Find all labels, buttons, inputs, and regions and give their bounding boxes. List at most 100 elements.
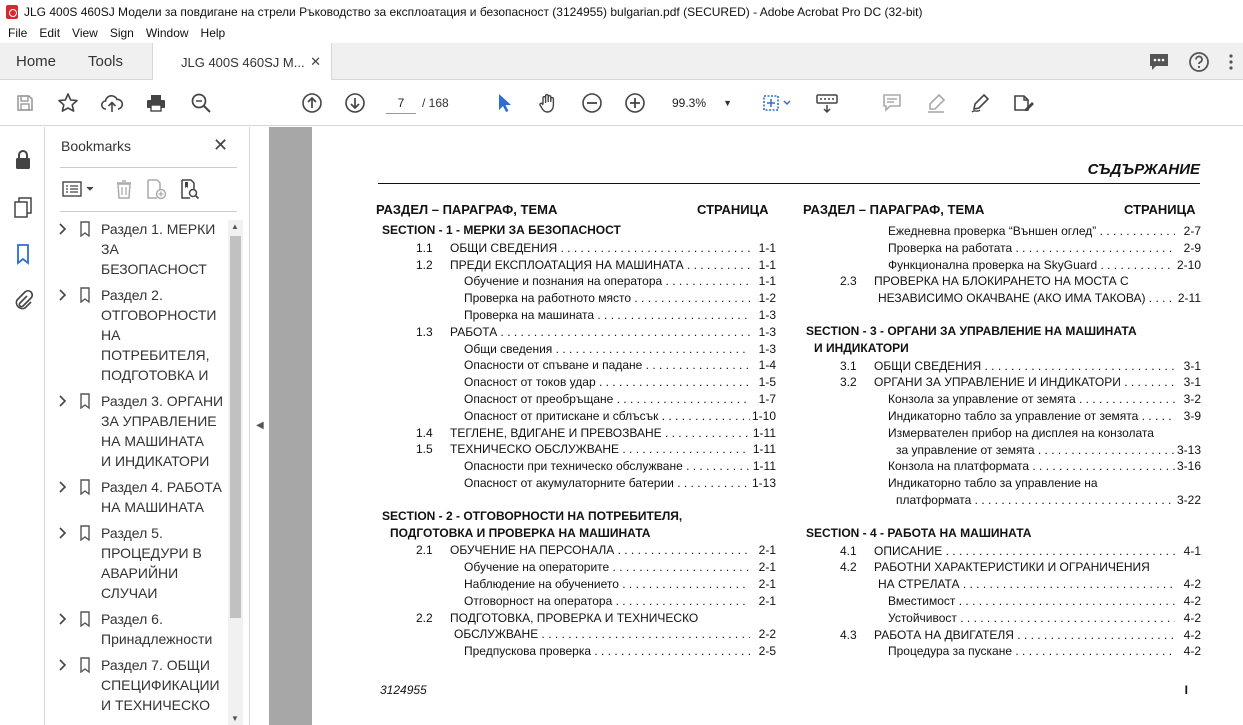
menu-window[interactable]: Window [140, 26, 195, 40]
menu-help[interactable]: Help [195, 26, 232, 40]
toc-entry[interactable]: 4.3 РАБОТА НА ДВИГАТЕЛЯ . . . . . . . . .… [802, 627, 1201, 643]
attachment-icon[interactable] [10, 287, 36, 313]
keyboard-scroll-icon[interactable] [814, 90, 840, 116]
chevron-right-icon[interactable] [57, 479, 69, 495]
toc-section-heading[interactable]: И ИНДИКАТОРИ [814, 341, 909, 355]
toc-entry[interactable]: Индикаторно табло за управление от земят… [802, 408, 1201, 424]
sticky-note-icon[interactable] [879, 90, 905, 116]
fit-page-icon[interactable] [758, 90, 796, 116]
toc-entry[interactable]: НА СТРЕЛАТА . . . . . . . . . . . . . . … [802, 576, 1201, 592]
toc-section-heading[interactable]: SECTION - 1 - МЕРКИ ЗА БЕЗОПАСНОСТ [382, 223, 621, 237]
toc-entry[interactable]: Опасност от токов удар . . . . . . . . .… [378, 374, 776, 390]
more-vertical-icon[interactable] [1219, 43, 1243, 80]
panel-splitter[interactable]: ◀ [249, 127, 269, 725]
tab-document[interactable]: JLG 400S 460SJ M... ✕ [152, 43, 332, 81]
bookmark-panel-icon[interactable] [10, 241, 36, 267]
toc-section-heading[interactable]: SECTION - 2 - ОТГОВОРНОСТИ НА ПОТРЕБИТЕЛ… [382, 509, 682, 523]
menu-view[interactable]: View [66, 26, 104, 40]
toc-entry[interactable]: 1.1 ОБЩИ СВЕДЕНИЯ . . . . . . . . . . . .… [378, 240, 776, 256]
bookmark-item[interactable]: Раздел 3. ОРГАНИ ЗА УПРАВЛЕНИЕ НА МАШИНАТА… [55, 391, 229, 471]
toc-entry[interactable]: 2.3 ПРОВЕРКА НА БЛОКИРАНЕТО НА МОСТА С [802, 273, 1201, 289]
toc-entry[interactable]: 2.2 ПОДГОТОВКА, ПРОВЕРКА И ТЕХНИЧЕСКО [378, 610, 776, 626]
chevron-right-icon[interactable] [57, 393, 69, 409]
previous-page-icon[interactable] [299, 90, 325, 116]
comment-icon[interactable] [1139, 43, 1179, 80]
toc-entry[interactable]: Проверка на работното място . . . . . . … [378, 290, 776, 306]
toc-entry[interactable]: 4.2 РАБОТНИ ХАРАКТЕРИСТИКИ И ОГРАНИЧЕНИЯ [802, 559, 1201, 575]
toc-section-heading[interactable]: SECTION - 3 - ОРГАНИ ЗА УПРАВЛЕНИЕ НА МА… [806, 324, 1137, 338]
toc-entry[interactable]: 1.5 ТЕХНИЧЕСКО ОБСЛУЖВАНЕ . . . . . . . .… [378, 441, 776, 457]
toc-entry[interactable]: Опасност от притискане и сблъсък . . . .… [378, 408, 776, 424]
toc-entry[interactable]: Опасност от акумулаторните батерии . . .… [378, 475, 776, 491]
chevron-right-icon[interactable] [57, 287, 69, 303]
help-icon[interactable] [1179, 43, 1219, 80]
toc-entry[interactable]: 1.4 ТЕГЛЕНЕ, ВДИГАНЕ И ПРЕВОЗВАНЕ . . . .… [378, 425, 776, 441]
toc-entry[interactable]: 3.2 ОРГАНИ ЗА УПРАВЛЕНИЕ И ИНДИКАТОРИ . .… [802, 374, 1201, 390]
toc-entry[interactable]: НЕЗАВИСИМО ОКАЧВАНЕ (АКО ИМА ТАКОВА) . .… [802, 290, 1201, 306]
search-zoom-icon[interactable] [188, 90, 214, 116]
bookmark-item[interactable]: Раздел 2. ОТГОВОРНОСТИ НА ПОТРЕБИТЕЛЯ, ПОДГО… [55, 285, 229, 385]
scroll-down-icon[interactable]: ▼ [231, 714, 239, 723]
menu-sign[interactable]: Sign [104, 26, 140, 40]
toc-entry[interactable]: платформата . . . . . . . . . . . . . . … [802, 492, 1201, 508]
toc-entry[interactable]: Отговорност на оператора . . . . . . . .… [378, 593, 776, 609]
chevron-right-icon[interactable] [57, 657, 69, 673]
zoom-out-icon[interactable] [579, 90, 605, 116]
chevron-right-icon[interactable] [57, 611, 69, 627]
toc-entry[interactable]: Вместимост . . . . . . . . . . . . . . .… [802, 593, 1201, 609]
print-icon[interactable] [143, 90, 169, 116]
toc-entry[interactable]: Проверка на работата . . . . . . . . . .… [802, 240, 1201, 256]
toc-entry[interactable]: Опасност от преобръщане . . . . . . . . … [378, 391, 776, 407]
toc-entry[interactable]: за управление от земята . . . . . . . . … [802, 442, 1201, 458]
close-icon[interactable]: ✕ [310, 54, 321, 70]
star-icon[interactable] [55, 90, 81, 116]
chevron-right-icon[interactable] [57, 221, 69, 237]
bookmark-item[interactable]: Раздел 7. ОБЩИ СПЕЦИФИКАЦИИ И ТЕХНИЧЕСКО [55, 655, 229, 715]
document-viewer[interactable]: СЪДЪРЖАНИЕ РАЗДЕЛ – ПАРАГРАФ, ТЕМА СТРАН… [269, 127, 1243, 725]
toc-section-heading[interactable]: SECTION - 4 - РАБОТА НА МАШИНАТА [806, 526, 1031, 540]
toc-entry[interactable]: Устойчивост . . . . . . . . . . . . . . … [802, 610, 1201, 626]
toc-entry[interactable]: Измервателен прибор на дисплея на конзол… [802, 425, 1201, 441]
toc-entry[interactable]: Обучение на операторите . . . . . . . . … [378, 559, 776, 575]
bookmark-options-icon[interactable] [60, 177, 98, 201]
toc-entry[interactable]: Функционална проверка на SkyGuard . . . … [802, 257, 1201, 273]
tab-tools[interactable]: Tools [88, 43, 123, 80]
toc-entry[interactable]: Ежедневна проверка “Външен оглед” . . . … [802, 223, 1201, 239]
bookmark-item[interactable]: Раздел 5. ПРОЦЕДУРИ В АВАРИЙНИ СЛУЧАИ [55, 523, 229, 603]
collapse-panel-icon[interactable]: ◀ [256, 420, 264, 431]
toc-entry[interactable]: 3.1 ОБЩИ СВЕДЕНИЯ . . . . . . . . . . . .… [802, 358, 1201, 374]
toc-entry[interactable]: Процедура за пускане . . . . . . . . . .… [802, 643, 1201, 659]
toc-entry[interactable]: Опасности от спъване и падане . . . . . … [378, 357, 776, 373]
bookmark-item[interactable]: Раздел 4. РАБОТА НА МАШИНАТА [55, 477, 229, 517]
toc-section-heading[interactable]: ПОДГОТОВКА И ПРОВЕРКА НА МАШИНАТА [390, 526, 650, 540]
zoom-in-icon[interactable] [622, 90, 648, 116]
zoom-level-select[interactable]: 99.3% ▼ [672, 92, 740, 114]
delete-bookmark-icon[interactable] [112, 177, 136, 201]
hand-tool-icon[interactable] [535, 90, 561, 116]
next-page-icon[interactable] [342, 90, 368, 116]
bookmarks-scrollbar[interactable]: ▲ ▼ [228, 220, 243, 725]
bookmark-item[interactable]: Раздел 1. МЕРКИ ЗА БЕЗОПАСНОСТ [55, 219, 229, 279]
toc-entry[interactable]: Проверка на машината . . . . . . . . . .… [378, 307, 776, 323]
menu-file[interactable]: File [2, 26, 33, 40]
toc-entry[interactable]: Конзола за управление от земята . . . . … [802, 391, 1201, 407]
chevron-right-icon[interactable] [57, 525, 69, 541]
toc-entry[interactable]: Обучение и познания на оператора . . . .… [378, 273, 776, 289]
toc-entry[interactable]: 1.2 ПРЕДИ ЕКСПЛОАТАЦИЯ НА МАШИНАТА . . . … [378, 257, 776, 273]
select-cursor-icon[interactable] [491, 90, 517, 116]
find-bookmark-icon[interactable] [178, 177, 202, 201]
close-panel-icon[interactable]: ✕ [213, 135, 228, 156]
toc-entry[interactable]: 2.1 ОБУЧЕНИЕ НА ПЕРСОНАЛА . . . . . . . .… [378, 542, 776, 558]
toc-entry[interactable]: Индикаторно табло за управление на [802, 475, 1201, 491]
toc-entry[interactable]: Предпускова проверка . . . . . . . . . .… [378, 643, 776, 659]
edit-document-icon[interactable] [1010, 90, 1036, 116]
save-icon[interactable] [12, 90, 38, 116]
scroll-up-icon[interactable]: ▲ [231, 222, 239, 231]
toc-entry[interactable]: 1.3 РАБОТА . . . . . . . . . . . . . . . … [378, 324, 776, 340]
toc-entry[interactable]: Общи сведения . . . . . . . . . . . . . … [378, 341, 776, 357]
bookmark-item[interactable]: Раздел 6. Принадлежности [55, 609, 229, 649]
highlight-pen-icon[interactable] [923, 90, 949, 116]
toc-entry[interactable]: ОБСЛУЖВАНЕ . . . . . . . . . . . . . . .… [378, 626, 776, 642]
menu-edit[interactable]: Edit [33, 26, 66, 40]
page-thumbnails-icon[interactable] [10, 194, 36, 220]
